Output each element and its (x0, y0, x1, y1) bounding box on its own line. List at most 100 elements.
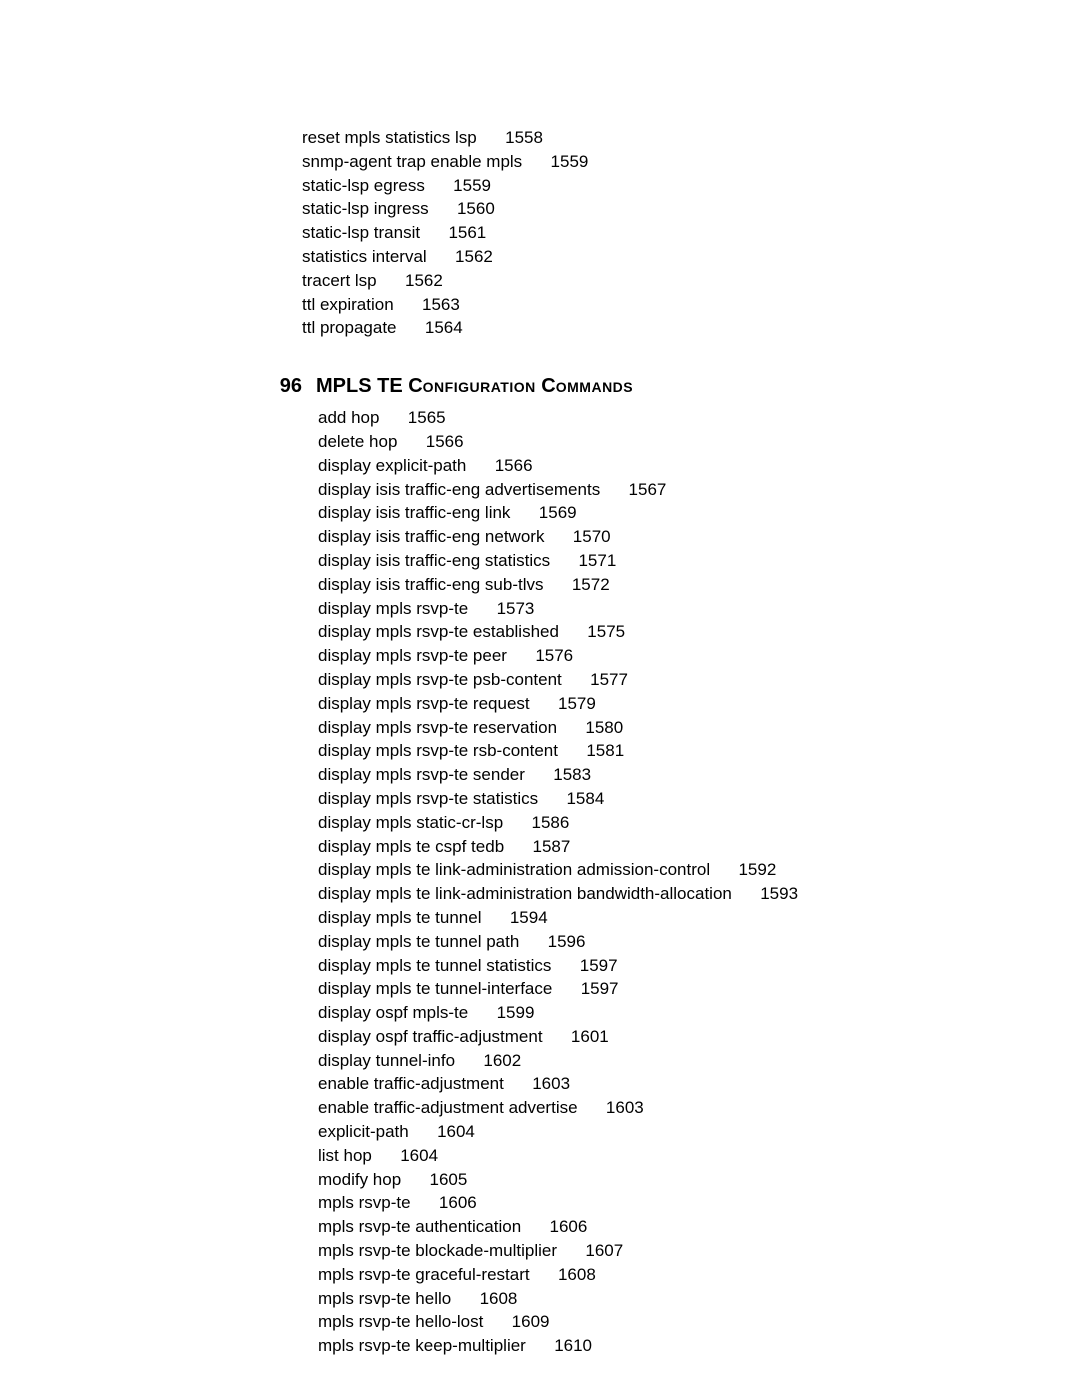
toc-entry-label: display mpls rsvp-te reservation (318, 718, 557, 737)
toc-entry-label: display mpls te tunnel (318, 908, 481, 927)
toc-entry-label: display mpls rsvp-te peer (318, 646, 507, 665)
toc-entry-gap (397, 432, 425, 451)
toc-entry: display tunnel-info 1602 (302, 1049, 1000, 1073)
toc-entry: display isis traffic-eng advertisements … (302, 478, 1000, 502)
toc-entry-gap (525, 765, 553, 784)
toc-entry-gap (710, 860, 738, 879)
toc-entry: statistics interval 1562 (302, 245, 1000, 269)
toc-entry-page: 1572 (572, 575, 610, 594)
toc-entry: add hop 1565 (302, 406, 1000, 430)
toc-entry-label: mpls rsvp-te blockade-multiplier (318, 1241, 557, 1260)
toc-entry-gap (468, 599, 496, 618)
toc-entry-page: 1577 (590, 670, 628, 689)
toc-entry-page: 1603 (532, 1074, 570, 1093)
toc-entry: display ospf traffic-adjustment 1601 (302, 1025, 1000, 1049)
toc-entry-gap (429, 199, 457, 218)
toc-entry-label: mpls rsvp-te (318, 1193, 411, 1212)
toc-entry-gap (732, 884, 760, 903)
toc-entry-page: 1609 (512, 1312, 550, 1331)
toc-entry-gap (544, 575, 572, 594)
toc-entry: display mpls rsvp-te sender 1583 (302, 763, 1000, 787)
toc-entry-page: 1559 (453, 176, 491, 195)
toc-entry: display mpls rsvp-te reservation 1580 (302, 716, 1000, 740)
toc-entry-gap (451, 1289, 479, 1308)
toc-entry-label: list hop (318, 1146, 372, 1165)
chapter-entry-list: add hop 1565delete hop 1566display expli… (302, 406, 1000, 1358)
toc-entry-page: 1560 (457, 199, 495, 218)
toc-entry-gap (519, 932, 547, 951)
toc-entry: display mpls rsvp-te established 1575 (302, 620, 1000, 644)
toc-entry-page: 1606 (550, 1217, 588, 1236)
toc-entry: tracert lsp 1562 (302, 269, 1000, 293)
toc-entry-gap (558, 741, 586, 760)
toc-entry-label: mpls rsvp-te hello (318, 1289, 451, 1308)
toc-entry-gap (427, 247, 455, 266)
toc-entry-page: 1575 (587, 622, 625, 641)
toc-entry-label: ttl propagate (302, 318, 397, 337)
toc-entry-gap (504, 837, 532, 856)
toc-entry-gap (559, 622, 587, 641)
toc-entry-gap (526, 1336, 554, 1355)
toc-entry-label: static-lsp transit (302, 223, 420, 242)
toc-entry-gap (578, 1098, 606, 1117)
toc-entry-label: enable traffic-adjustment advertise (318, 1098, 578, 1117)
toc-entry-label: mpls rsvp-te graceful-restart (318, 1265, 530, 1284)
toc-entry-gap (552, 979, 580, 998)
toc-entry-page: 1566 (495, 456, 533, 475)
chapter-title-part: MPLS TE C (316, 375, 423, 397)
toc-entry-page: 1596 (548, 932, 586, 951)
toc-entry-page: 1597 (581, 979, 619, 998)
toc-entry-label: display mpls rsvp-te established (318, 622, 559, 641)
toc-entry-page: 1580 (585, 718, 623, 737)
toc-entry-gap (466, 456, 494, 475)
toc-entry: mpls rsvp-te hello 1608 (302, 1287, 1000, 1311)
toc-entry: display mpls te tunnel path 1596 (302, 930, 1000, 954)
toc-entry: display mpls rsvp-te statistics 1584 (302, 787, 1000, 811)
toc-entry-gap (372, 1146, 400, 1165)
toc-entry-page: 1562 (405, 271, 443, 290)
toc-entry-page: 1606 (439, 1193, 477, 1212)
toc-entry-label: mpls rsvp-te authentication (318, 1217, 521, 1236)
toc-entry-gap (397, 318, 425, 337)
toc-entry-label: display isis traffic-eng advertisements (318, 480, 600, 499)
toc-entry-page: 1601 (571, 1027, 609, 1046)
toc-entry-page: 1608 (558, 1265, 596, 1284)
toc-entry: display isis traffic-eng link 1569 (302, 501, 1000, 525)
toc-entry-label: ttl expiration (302, 295, 394, 314)
toc-entry-page: 1559 (551, 152, 589, 171)
toc-entry-page: 1592 (738, 860, 776, 879)
toc-entry-gap (377, 271, 405, 290)
toc-entry: static-lsp ingress 1560 (302, 197, 1000, 221)
toc-entry-label: display ospf traffic-adjustment (318, 1027, 543, 1046)
toc-entry-label: display isis traffic-eng sub-tlvs (318, 575, 544, 594)
pre-chapter-list: reset mpls statistics lsp 1558snmp-agent… (302, 126, 1000, 340)
toc-entry: mpls rsvp-te hello-lost 1609 (302, 1310, 1000, 1334)
toc-entry-page: 1565 (408, 408, 446, 427)
toc-entry-page: 1593 (760, 884, 798, 903)
toc-entry: mpls rsvp-te graceful-restart 1608 (302, 1263, 1000, 1287)
toc-entry: mpls rsvp-te keep-multiplier 1610 (302, 1334, 1000, 1358)
toc-entry-page: 1586 (532, 813, 570, 832)
toc-entry-page: 1603 (606, 1098, 644, 1117)
toc-entry-label: explicit-path (318, 1122, 409, 1141)
chapter-number: 96 (256, 372, 316, 400)
chapter-title-part: ommands (556, 375, 633, 397)
toc-entry-page: 1604 (437, 1122, 475, 1141)
toc-entry-label: snmp-agent trap enable mpls (302, 152, 522, 171)
toc-entry: modify hop 1605 (302, 1168, 1000, 1192)
chapter-title-part: C (536, 375, 556, 397)
toc-entry: display mpls rsvp-te rsb-content 1581 (302, 739, 1000, 763)
toc-entry-page: 1571 (578, 551, 616, 570)
toc-entry-label: mpls rsvp-te hello-lost (318, 1312, 483, 1331)
toc-entry: delete hop 1566 (302, 430, 1000, 454)
toc-entry-gap (504, 1074, 532, 1093)
toc-entry: static-lsp transit 1561 (302, 221, 1000, 245)
chapter-title-part: onfiguration (423, 375, 536, 397)
toc-entry-label: display isis traffic-eng link (318, 503, 510, 522)
toc-entry-gap (455, 1051, 483, 1070)
toc-entry-label: delete hop (318, 432, 397, 451)
toc-entry: static-lsp egress 1559 (302, 174, 1000, 198)
toc-entry-gap (507, 646, 535, 665)
toc-entry-gap (530, 1265, 558, 1284)
toc-entry-gap (557, 1241, 585, 1260)
